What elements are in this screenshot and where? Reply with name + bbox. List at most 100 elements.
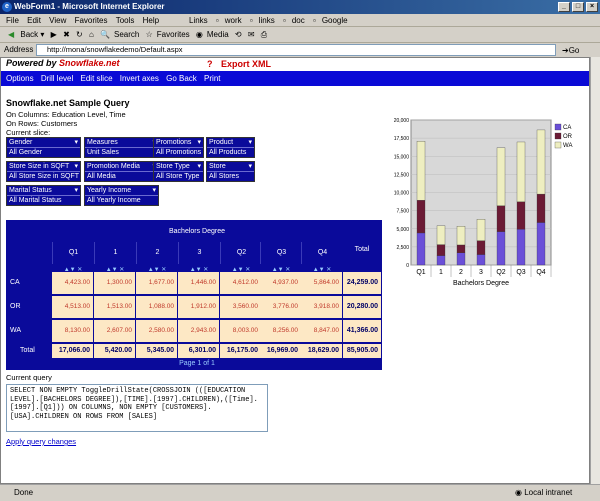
slicer-store[interactable]: StoreAll Stores bbox=[206, 161, 255, 182]
col-header-1[interactable]: 1 bbox=[94, 242, 136, 264]
links-item-work[interactable]: ▫ work bbox=[216, 16, 242, 25]
table-cell: 3,918.00 bbox=[301, 296, 342, 318]
menu-edit[interactable]: Edit bbox=[27, 16, 41, 25]
col-header-4[interactable]: Q2 bbox=[220, 242, 262, 264]
menu-file[interactable]: File bbox=[6, 16, 19, 25]
slicer-promotions[interactable]: PromotionsAll Promotions bbox=[153, 137, 204, 158]
table-cell: 4,937.00 bbox=[260, 272, 301, 294]
nav-edit-slice[interactable]: Edit slice bbox=[81, 74, 113, 83]
print-icon[interactable]: ⎙ bbox=[261, 30, 267, 39]
export-xml-link[interactable]: Export XML bbox=[221, 59, 271, 69]
menu-tools[interactable]: Tools bbox=[116, 16, 135, 25]
address-label: Address bbox=[4, 45, 34, 54]
x-tick-label: Q1 bbox=[416, 269, 425, 276]
nav-drill-level[interactable]: Drill level bbox=[41, 74, 73, 83]
links-item-doc[interactable]: ▫ doc bbox=[283, 16, 305, 25]
table-cell: 3,776.00 bbox=[260, 296, 301, 318]
slicer-promotion-media[interactable]: Promotion MediaAll Media bbox=[84, 161, 159, 182]
col-header-2[interactable]: 2 bbox=[136, 242, 178, 264]
menu-favorites[interactable]: Favorites bbox=[75, 16, 108, 25]
slicer-store-size[interactable]: Store Size in SQFTAll Store Size in SQFT bbox=[6, 161, 81, 182]
menu-view[interactable]: View bbox=[49, 16, 66, 25]
snowflake-brand[interactable]: Snowflake.net bbox=[59, 58, 120, 68]
query-label: Current query bbox=[6, 373, 52, 382]
column-total: 18,629.00 bbox=[301, 344, 342, 358]
stop-icon[interactable]: ✖ bbox=[63, 30, 70, 39]
slicer-gender[interactable]: GenderAll Gender bbox=[6, 137, 81, 158]
y-tick-label: 5,000 bbox=[396, 227, 409, 233]
table-cell: 2,607.00 bbox=[94, 320, 135, 342]
forward-button[interactable]: ▶ bbox=[51, 30, 57, 39]
bar-wa-4 bbox=[496, 147, 506, 206]
nav-go-back[interactable]: Go Back bbox=[166, 74, 197, 83]
table-cell: 1,446.00 bbox=[178, 272, 219, 294]
row-header-ca[interactable]: CA bbox=[8, 272, 36, 294]
window-titlebar: e WebForm1 - Microsoft Internet Explorer… bbox=[0, 0, 600, 14]
bar-wa-6 bbox=[536, 129, 546, 195]
query-textarea[interactable]: SELECT NON EMPTY ToggleDrillState(CROSSJ… bbox=[6, 384, 268, 432]
refresh-icon[interactable]: ↻ bbox=[76, 30, 83, 39]
search-button[interactable]: 🔍 Search bbox=[100, 30, 139, 39]
slicer-store-type[interactable]: Store TypeAll Store Type bbox=[153, 161, 204, 182]
table-cell: 3,560.00 bbox=[220, 296, 261, 318]
table-cell: 1,088.00 bbox=[136, 296, 177, 318]
slicer-marital-status[interactable]: Marital StatusAll Marital Status bbox=[6, 185, 81, 206]
row-header-wa[interactable]: WA bbox=[8, 320, 36, 342]
bar-wa-2 bbox=[456, 226, 466, 246]
bar-ca-3 bbox=[476, 254, 486, 266]
maximize-button[interactable]: □ bbox=[572, 2, 584, 12]
links-item-google[interactable]: ▫ Google bbox=[313, 16, 348, 25]
column-total: 17,066.00 bbox=[52, 344, 93, 358]
slicer-product[interactable]: ProductAll Products bbox=[206, 137, 255, 158]
pivot-table: Bachelors Degree Total Q1 ▲▼ ✕ 1 ▲▼ ✕ 2 ▲▼ ✕ 3… bbox=[6, 220, 382, 370]
column-total: 5,420.00 bbox=[94, 344, 135, 358]
col-header-6[interactable]: Q4 bbox=[301, 242, 343, 264]
row-header-or[interactable]: OR bbox=[8, 296, 36, 318]
column-total: 5,345.00 bbox=[136, 344, 177, 358]
row-total: 41,366.00 bbox=[343, 320, 381, 342]
bar-ca-4 bbox=[496, 231, 506, 266]
bar-ca-0 bbox=[416, 232, 426, 266]
back-button[interactable]: ◀ Back ▾ bbox=[4, 30, 44, 39]
pager: Page 1 of 1 bbox=[52, 360, 342, 367]
vertical-scrollbar[interactable] bbox=[590, 57, 600, 484]
go-button[interactable]: ➔Go bbox=[562, 44, 579, 58]
apply-query-link[interactable]: Apply query changes bbox=[6, 437, 76, 446]
history-icon[interactable]: ⟲ bbox=[235, 30, 242, 39]
window-title: WebForm1 - Microsoft Internet Explorer bbox=[14, 2, 165, 11]
legend-label-ca: CA bbox=[563, 125, 571, 131]
slicer-measures[interactable]: MeasuresUnit Sales bbox=[84, 137, 159, 158]
help-link[interactable]: ? bbox=[207, 59, 213, 69]
stacked-bar-chart: 0 2,500 5,000 7,500 10,000 12,500 15,000 17,500… bbox=[394, 118, 573, 287]
table-cell: 1,677.00 bbox=[136, 272, 177, 294]
y-tick-label: 17,500 bbox=[394, 136, 410, 142]
table-cell: 8,847.00 bbox=[301, 320, 342, 342]
links-item-links[interactable]: ▫ links bbox=[250, 16, 275, 25]
home-icon[interactable]: ⌂ bbox=[89, 30, 94, 39]
nav-print[interactable]: Print bbox=[204, 74, 220, 83]
menu-bar: File Edit View Favorites Tools Help Link… bbox=[0, 14, 600, 27]
col-header-5[interactable]: Q3 bbox=[260, 242, 302, 264]
nav-invert-axes[interactable]: Invert axes bbox=[120, 74, 159, 83]
address-input[interactable]: http://mona/snowflakedemo/Default.aspx bbox=[36, 44, 556, 56]
minimize-button[interactable]: _ bbox=[558, 2, 570, 12]
table-cell: 8,256.00 bbox=[260, 320, 301, 342]
media-button[interactable]: ◉ Media bbox=[196, 30, 229, 39]
close-button[interactable]: × bbox=[586, 2, 598, 12]
group-header: Bachelors Degree bbox=[168, 228, 226, 235]
slicer-yearly-income[interactable]: Yearly IncomeAll Yearly Income bbox=[84, 185, 159, 206]
on-rows-text: On Rows: Customers bbox=[6, 119, 78, 128]
mail-icon[interactable]: ✉ bbox=[248, 30, 255, 39]
bar-ca-5 bbox=[516, 229, 526, 266]
table-cell: 1,912.00 bbox=[178, 296, 219, 318]
menu-help[interactable]: Help bbox=[143, 16, 159, 25]
powered-by: Powered by Snowflake.net bbox=[6, 58, 120, 68]
favorites-button[interactable]: ☆ Favorites bbox=[146, 30, 190, 39]
grand-total: 85,905.00 bbox=[343, 344, 381, 358]
column-total: 16,175.00 bbox=[220, 344, 261, 358]
nav-options[interactable]: Options bbox=[6, 74, 34, 83]
x-tick-label: Q2 bbox=[496, 269, 505, 276]
col-header-0[interactable]: Q1 bbox=[52, 242, 94, 264]
links-label: Links bbox=[189, 16, 208, 25]
col-header-3[interactable]: 3 bbox=[178, 242, 220, 264]
